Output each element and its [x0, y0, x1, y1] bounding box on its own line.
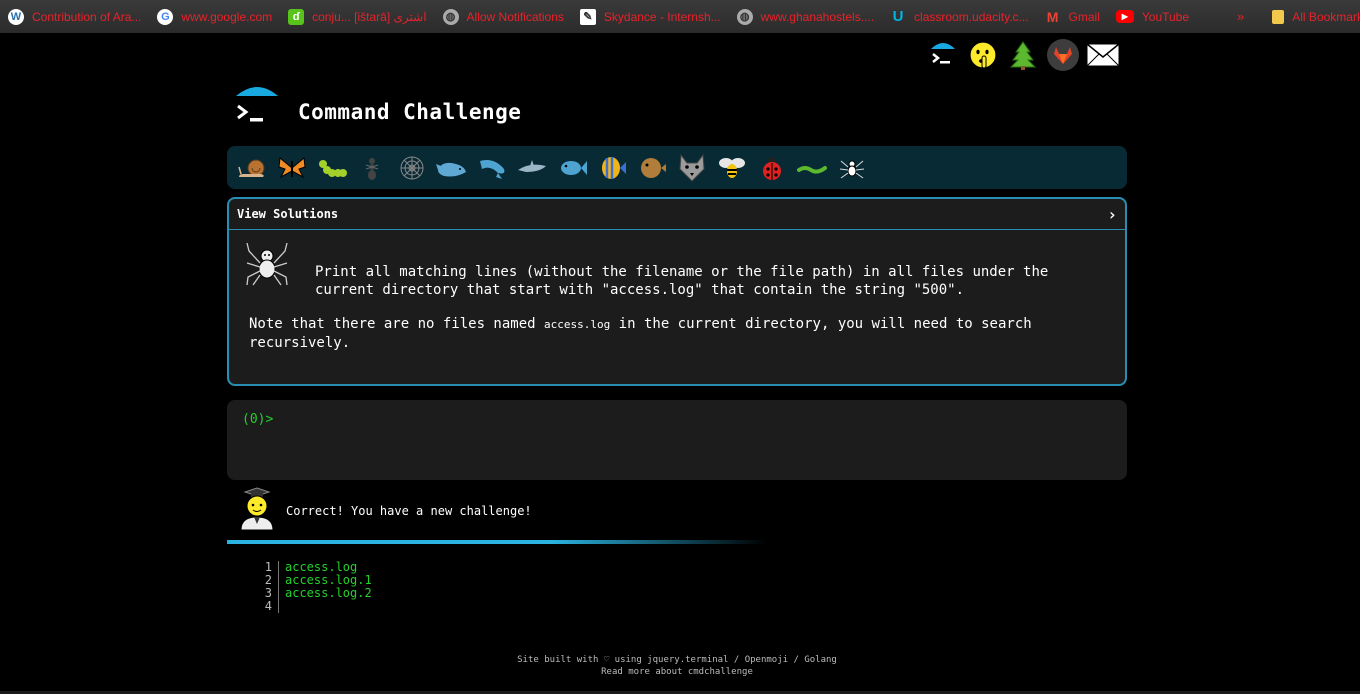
list-item: 4	[258, 600, 372, 613]
file-name	[279, 600, 285, 613]
list-item: 3 access.log.2	[258, 587, 372, 600]
bookmark-label: www.google.com	[181, 9, 273, 24]
bee-icon[interactable]	[715, 151, 749, 185]
bookmark-wordpress[interactable]: W Contribution of Ara...	[0, 0, 149, 33]
bookmark-duolingo[interactable]: ɗ conju... [ištarā] اشترى	[280, 0, 434, 33]
terminal-prompt: (0)>	[242, 412, 274, 427]
bookmark-label: Skydance - Internsh...	[603, 9, 721, 24]
challenge-note-text: Note that there are no files named	[249, 316, 545, 332]
bookmark-label: Allow Notifications	[466, 9, 564, 24]
bookmark-label: classroom.udacity.c...	[914, 9, 1029, 24]
bookmark-label: conju... [ištarā] اشترى	[312, 9, 427, 24]
bookmark-skydance[interactable]: ✎ Skydance - Internsh...	[572, 0, 729, 33]
mail-icon[interactable]	[1086, 38, 1120, 72]
caterpillar-icon[interactable]	[315, 151, 349, 185]
footer-credits[interactable]: Site built with ♡ using jquery.terminal …	[0, 654, 1354, 666]
challenge-panel: View Solutions › Print all matching line…	[227, 197, 1127, 386]
folder-icon	[1272, 9, 1285, 24]
globe-icon: ◍	[736, 8, 753, 25]
worm-icon[interactable]	[795, 151, 829, 185]
chevron-right-icon[interactable]: ›	[1107, 205, 1117, 224]
top-icon-links	[926, 38, 1120, 72]
dolphin-jump-icon[interactable]	[515, 151, 549, 185]
view-solutions-label: View Solutions	[237, 207, 339, 221]
more-bookmarks-chevron[interactable]: »	[1225, 9, 1256, 24]
terminal-logo-icon[interactable]	[926, 38, 960, 72]
edit-icon: ✎	[579, 8, 596, 25]
butterfly-icon[interactable]	[275, 151, 309, 185]
bookmark-label: www.ghanahostels....	[760, 9, 875, 24]
challenge-nav-strip	[227, 146, 1127, 189]
footer: Site built with ♡ using jquery.terminal …	[0, 654, 1354, 678]
globe-icon: ◍	[442, 8, 459, 25]
view-solutions-header[interactable]: View Solutions ›	[229, 199, 1125, 230]
all-bookmarks[interactable]: All Bookmarks	[1264, 0, 1360, 33]
duolingo-icon: ɗ	[288, 8, 305, 25]
bookmark-ghanahostels[interactable]: ◍ www.ghanahostels....	[729, 0, 882, 33]
bookmark-label: Contribution of Ara...	[32, 9, 142, 24]
fish-icon[interactable]	[555, 151, 589, 185]
wordpress-icon: W	[8, 8, 24, 25]
tropical-fish-icon[interactable]	[595, 151, 629, 185]
google-icon: G	[157, 8, 174, 25]
spider-icon[interactable]	[835, 151, 869, 185]
snail-icon[interactable]	[235, 151, 269, 185]
whale-icon[interactable]	[435, 151, 469, 185]
challenge-note: Note that there are no files named acces…	[249, 315, 1089, 352]
site-logo-icon[interactable]	[234, 84, 280, 130]
progress-bar	[227, 540, 767, 544]
spider-web-icon[interactable]	[395, 151, 429, 185]
bookmark-gmail[interactable]: M Gmail	[1037, 0, 1108, 33]
bookmark-label: Gmail	[1068, 9, 1100, 24]
line-number: 4	[258, 600, 279, 613]
ladybug-icon[interactable]	[755, 151, 789, 185]
gmail-icon: M	[1046, 8, 1059, 25]
all-bookmarks-label: All Bookmarks	[1292, 9, 1360, 24]
tree-icon[interactable]	[1006, 38, 1040, 72]
challenge-note-code: access.log	[544, 318, 611, 331]
youtube-icon: ▶	[1115, 10, 1134, 23]
ant-icon[interactable]	[355, 151, 389, 185]
page-title: Command Challenge	[298, 100, 522, 124]
bookmark-allow-notifications[interactable]: ◍ Allow Notifications	[435, 0, 572, 33]
udacity-icon: U	[892, 8, 904, 25]
bookmark-youtube[interactable]: ▶ YouTube	[1108, 0, 1197, 33]
graduate-avatar-icon	[238, 486, 276, 531]
bookmark-label: YouTube	[1141, 9, 1190, 24]
bookmark-udacity[interactable]: U classroom.udacity.c...	[882, 0, 1036, 33]
file-name: access.log.2	[285, 586, 372, 600]
result-message: Correct! You have a new challenge!	[286, 504, 532, 518]
bookmark-google[interactable]: G www.google.com	[149, 0, 280, 33]
pufferfish-icon[interactable]	[635, 151, 669, 185]
shushing-face-icon[interactable]	[966, 38, 1000, 72]
gitlab-icon[interactable]	[1046, 38, 1080, 72]
challenge-description: Print all matching lines (without the fi…	[315, 264, 1049, 298]
file-listing: 1 access.log 2 access.log.1 3 access.log…	[258, 561, 372, 613]
footer-read-more-link[interactable]: Read more about cmdchallenge	[0, 666, 1354, 678]
terminal[interactable]: (0)>	[227, 400, 1127, 480]
bookmarks-bar: W Contribution of Ara... G www.google.co…	[0, 0, 1360, 33]
wolf-icon[interactable]	[675, 151, 709, 185]
dolphin-icon[interactable]	[475, 151, 509, 185]
spider-icon	[245, 241, 289, 287]
